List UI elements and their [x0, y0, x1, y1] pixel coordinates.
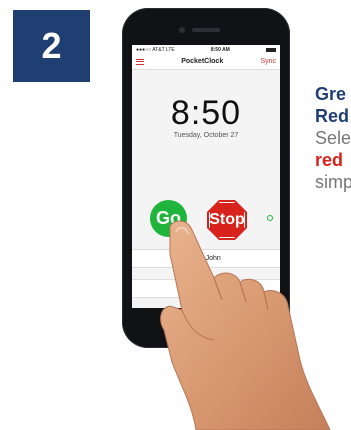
instruction-red-word: red [315, 150, 344, 170]
status-time: 8:50 AM [210, 46, 230, 53]
records-text: no records [189, 285, 223, 292]
battery-icon [266, 47, 276, 52]
sync-button[interactable]: Sync [260, 58, 276, 65]
clock-display: 8:50 Tuesday, October 27 [132, 70, 280, 182]
app-title: PocketClock [181, 58, 224, 65]
records-row: no records [132, 279, 280, 298]
hamburger-menu-icon[interactable] [136, 58, 144, 65]
step-number-badge: 2 [13, 10, 90, 82]
app-navbar: PocketClock Sync [132, 54, 280, 70]
action-buttons: Go Stop [132, 200, 280, 242]
instruction-heading-line-2: Red [315, 106, 350, 126]
instruction-body-line-2: simp [315, 172, 351, 192]
phone-screen: ●●●○○ AT&T LTE 8:50 AM PocketClock Sync … [132, 45, 280, 308]
instruction-body-line-1: Sele [315, 128, 351, 148]
status-indicator-icon [267, 215, 273, 221]
status-bar: ●●●○○ AT&T LTE 8:50 AM [132, 45, 280, 54]
home-button[interactable] [189, 312, 219, 342]
stop-button[interactable]: Stop [207, 200, 247, 240]
phone-speaker [192, 28, 220, 32]
clock-date: Tuesday, October 27 [173, 132, 239, 139]
instruction-heading-line-1: Gre [315, 84, 347, 104]
user-row[interactable]: Bob John [132, 249, 280, 268]
user-name: Bob John [191, 255, 221, 262]
clock-time: 8:50 [170, 94, 242, 132]
phone-camera [179, 27, 185, 33]
phone-frame: ●●●○○ AT&T LTE 8:50 AM PocketClock Sync … [122, 8, 290, 348]
step-number: 2 [41, 25, 62, 66]
go-button-label: Go [156, 208, 181, 228]
stop-button-label: Stop [209, 211, 245, 228]
go-button[interactable]: Go [150, 200, 187, 237]
carrier-label: ●●●○○ AT&T LTE [136, 46, 175, 53]
instruction-text: Gre Red Sele red simp [315, 83, 351, 193]
